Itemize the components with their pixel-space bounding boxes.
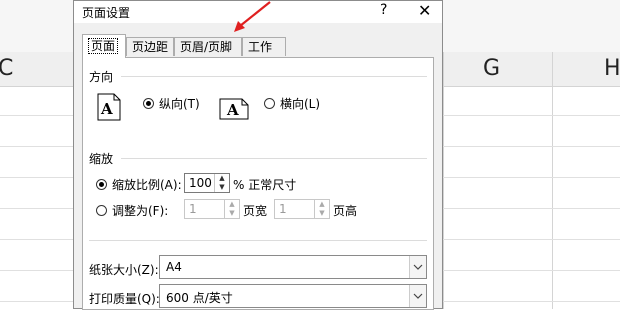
print-quality-select[interactable]: 600 点/英寸 <box>159 284 427 308</box>
tab-header-footer[interactable]: 页眉/页脚 <box>174 37 242 56</box>
fit-wide-suffix: 页宽 <box>243 204 268 218</box>
chevron-down-icon <box>413 293 423 299</box>
spin-up-icon[interactable]: ▲ <box>225 200 239 209</box>
group-separator <box>89 240 427 241</box>
fit-tall-suffix: 页高 <box>333 204 358 218</box>
svg-text:A: A <box>226 101 239 119</box>
landscape-radio[interactable] <box>264 98 275 109</box>
fit-tall-value: 1 <box>279 202 287 216</box>
portrait-radio[interactable] <box>143 98 154 109</box>
column-header-g[interactable]: G <box>483 52 500 86</box>
landscape-page-icon: A <box>219 98 249 120</box>
group-separator <box>121 76 427 77</box>
scaling-heading: 缩放 <box>89 152 114 166</box>
stepper-arrows: ▲ ▼ <box>314 200 329 218</box>
dropdown-button[interactable] <box>409 256 426 278</box>
dialog-title: 页面设置 <box>82 6 131 20</box>
spin-down-icon[interactable]: ▼ <box>315 209 329 218</box>
paper-size-value: A4 <box>166 260 182 274</box>
spin-down-icon[interactable]: ▼ <box>215 183 229 192</box>
annotation-arrow-icon <box>234 1 271 32</box>
page-setup-dialog: 页面设置 ? ✕ 页面 页边距 页眉/页脚 工作表 方向 A 纵向(T) <box>73 0 443 310</box>
print-quality-value: 600 点/英寸 <box>166 291 233 305</box>
tab-margins[interactable]: 页边距 <box>126 37 174 56</box>
help-icon[interactable]: ? <box>380 2 387 18</box>
paper-size-label: 纸张大小(Z): <box>89 263 159 277</box>
spin-down-icon[interactable]: ▼ <box>225 209 239 218</box>
tab-label: 页面 <box>88 38 119 54</box>
stepper-arrows: ▲ ▼ <box>224 200 239 218</box>
tab-sheet[interactable]: 工作表 <box>242 37 286 73</box>
tab-label: 页眉/页脚 <box>180 40 233 54</box>
orientation-heading: 方向 <box>89 70 114 84</box>
fit-wide-stepper[interactable]: 1 ▲ ▼ <box>184 199 240 219</box>
portrait-label[interactable]: 纵向(T) <box>159 95 200 112</box>
portrait-page-icon: A <box>97 93 121 121</box>
fit-tall-stepper[interactable]: 1 ▲ ▼ <box>274 199 330 219</box>
landscape-label[interactable]: 横向(L) <box>280 95 320 112</box>
dropdown-button[interactable] <box>409 285 426 307</box>
adjust-scale-label[interactable]: 缩放比例(A): <box>112 176 182 193</box>
close-icon[interactable]: ✕ <box>418 1 431 20</box>
adjust-scale-radio[interactable] <box>96 179 107 190</box>
spin-up-icon[interactable]: ▲ <box>215 174 229 183</box>
scale-percent-suffix: % 正常尺寸 <box>233 178 297 192</box>
scale-percent-value: 100 <box>189 176 212 190</box>
scale-percent-stepper[interactable]: 100 ▲ ▼ <box>184 173 230 193</box>
stepper-arrows: ▲ ▼ <box>214 174 229 192</box>
print-quality-label: 打印质量(Q): <box>89 292 160 306</box>
tab-label: 页边距 <box>132 40 169 54</box>
tab-page[interactable]: 页面 <box>82 34 126 58</box>
paper-size-select[interactable]: A4 <box>159 255 427 279</box>
fit-to-label[interactable]: 调整为(F): <box>112 202 168 219</box>
tab-panel-page: 方向 A 纵向(T) A 横向(L) 缩放 缩放比例(A): 100 ▲ ▼ % <box>82 57 434 310</box>
group-separator <box>121 158 427 159</box>
chevron-down-icon <box>413 264 423 270</box>
column-header-c[interactable]: C <box>0 52 13 86</box>
fit-to-radio[interactable] <box>96 205 107 216</box>
column-header-h[interactable]: H <box>604 52 620 86</box>
spin-up-icon[interactable]: ▲ <box>315 200 329 209</box>
fit-wide-value: 1 <box>189 202 197 216</box>
svg-text:A: A <box>100 100 113 118</box>
